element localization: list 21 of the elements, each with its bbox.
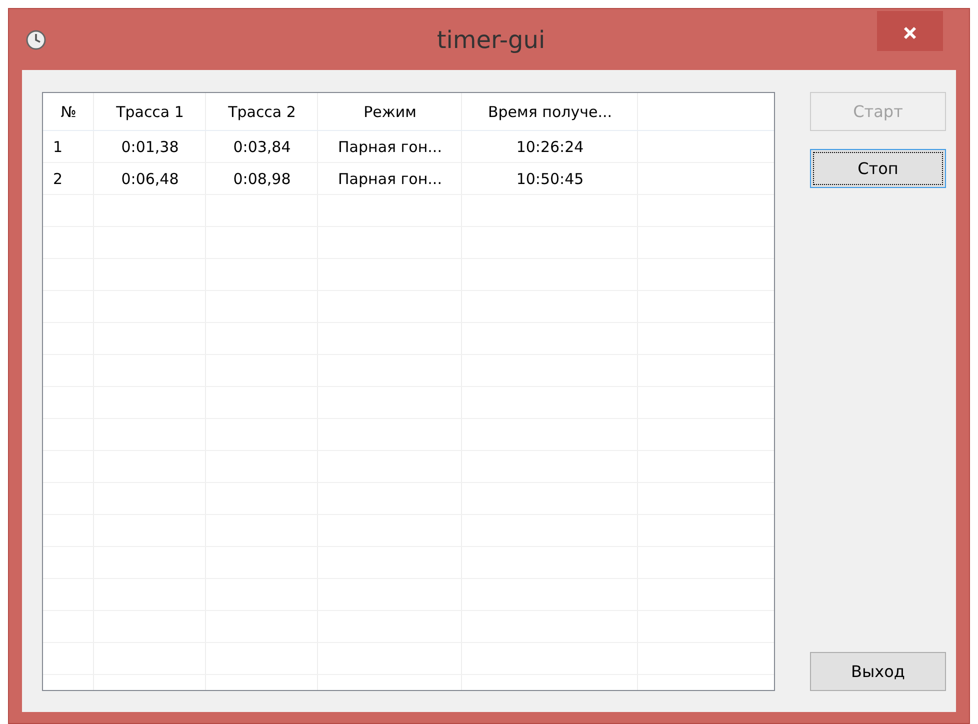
column-header[interactable]: № xyxy=(43,93,94,131)
table-cell-text: 0:03,84 xyxy=(232,136,292,158)
column-header[interactable]: Время получе... xyxy=(462,93,638,131)
table-cell-text: Парная гон... xyxy=(337,136,443,158)
table-cell-text: Парная гон... xyxy=(337,168,443,190)
column-header[interactable]: Режим xyxy=(318,93,462,131)
table-cell-text: 0:06,48 xyxy=(120,168,180,190)
table-cell-text: 10:26:24 xyxy=(515,136,585,158)
action-button[interactable]: Выход xyxy=(810,652,946,691)
close-button[interactable] xyxy=(877,11,943,51)
table-cell-text: 0:08,98 xyxy=(232,168,292,190)
action-button[interactable]: Стоп xyxy=(810,149,946,188)
window-title: timer-gui xyxy=(436,24,546,56)
clock-icon xyxy=(26,30,46,50)
table-cell-text: 2 xyxy=(52,168,64,190)
table-cell-text: 1 xyxy=(52,136,64,158)
column-header[interactable]: Трасса 2 xyxy=(206,93,318,131)
close-icon xyxy=(903,26,917,40)
table-cell-text: 10:50:45 xyxy=(515,168,585,190)
table-cell-text: 0:01,38 xyxy=(120,136,180,158)
column-header[interactable]: Трасса 1 xyxy=(94,93,206,131)
